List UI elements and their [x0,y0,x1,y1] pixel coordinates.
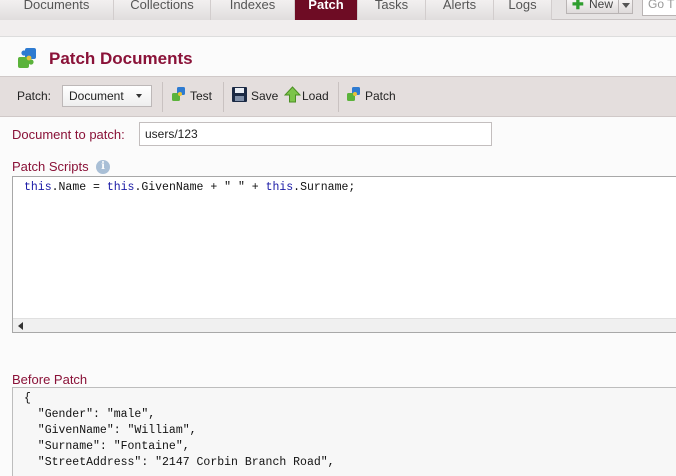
before-patch-label: Before Patch [12,372,88,387]
tab-tasks[interactable]: Tasks [358,0,426,20]
toolbar-divider [223,82,224,112]
save-button[interactable]: Save [231,86,279,106]
load-button[interactable]: Load [284,86,330,106]
json-line: "Surname": "Fontaine", [24,440,190,453]
new-dropdown-toggle[interactable] [618,0,632,14]
json-line: "StreetAddress": "2147 Corbin Branch Roa… [24,456,335,469]
new-button[interactable]: ✚ New [566,0,633,14]
load-label: Load [302,89,329,103]
goto-input[interactable]: Go T [642,0,676,16]
patch-button-label: Patch [365,89,396,103]
before-patch-viewer[interactable]: { "Gender": "male", "GivenName": "Willia… [12,387,676,476]
test-button[interactable]: Test [171,86,217,106]
toolbar-divider [338,82,339,112]
new-button-label: New [589,0,614,11]
chevron-down-icon [622,3,630,8]
patch-type-label: Patch: [17,89,52,103]
scroll-left-icon[interactable] [18,322,23,330]
patch-script-editor[interactable]: this.Name = this.GivenName + " " + this.… [12,176,676,333]
chevron-down-icon [136,94,142,98]
document-id-input[interactable]: users/123 [139,122,492,146]
json-line: "Gender": "male", [24,408,156,421]
page-title: Patch Documents [49,49,193,68]
puzzle-icon [18,48,36,68]
tab-alerts[interactable]: Alerts [426,0,494,20]
script-line: this.Name = this.GivenName + " " + this.… [24,181,356,194]
json-line: { [24,392,31,405]
arrow-up-icon [284,86,301,103]
document-to-patch-label: Document to patch: [12,127,125,142]
horizontal-scrollbar[interactable] [13,318,676,332]
json-line: "GivenName": "William", [24,424,197,437]
tab-logs[interactable]: Logs [494,0,552,20]
patch-type-value: Document [69,89,124,103]
test-icon [172,87,185,101]
toolbar-divider [162,82,163,112]
save-label: Save [251,89,279,103]
plus-icon: ✚ [572,0,584,12]
patch-button[interactable]: Patch [346,86,398,106]
patch-type-select[interactable]: Document [62,85,152,107]
tab-patch[interactable]: Patch [295,0,358,20]
puzzle-icon [347,87,360,101]
save-icon [232,87,247,102]
patch-scripts-label: Patch Scripts [12,159,89,174]
tab-indexes[interactable]: Indexes [211,0,295,20]
tab-collections[interactable]: Collections [114,0,211,20]
tab-documents[interactable]: Documents [0,0,114,20]
info-icon[interactable]: i [96,160,110,174]
test-label: Test [190,89,213,103]
